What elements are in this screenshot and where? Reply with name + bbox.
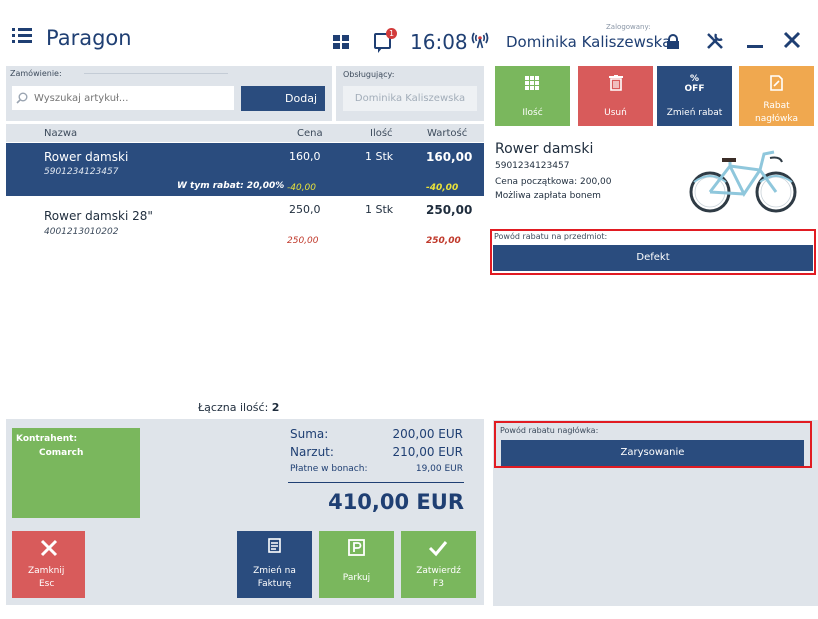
change-discount-button[interactable]: % OFF Zmień rabat (657, 66, 732, 126)
parking-icon (348, 539, 365, 556)
hamburger-menu-icon[interactable] (12, 28, 32, 44)
logged-in-caption: Zalogowany: (606, 23, 651, 31)
summary-divider (288, 482, 464, 483)
voucher-value: 19,00 EUR (415, 464, 463, 474)
order-divider (84, 73, 228, 74)
customer-label: Kontrahent: (16, 434, 78, 444)
row-discount-value: 250,00 (426, 236, 461, 246)
grid-view-icon[interactable] (333, 35, 349, 49)
checkmark-icon (428, 541, 448, 557)
quantity-label: Ilość (522, 108, 543, 118)
tools-icon[interactable] (705, 31, 725, 51)
detail-voucher-note: Możliwa zapłata bonem (495, 191, 601, 201)
product-image (689, 150, 797, 213)
markup-label: Narzut: (290, 445, 334, 459)
total-qty-label: Łączna ilość: (198, 401, 269, 414)
header-discount-button[interactable]: Rabat nagłówka (739, 66, 814, 126)
detail-item-code: 5901234123457 (495, 161, 570, 171)
customer-value: Comarch (39, 448, 84, 458)
invoice-label-1: Zmień na (253, 566, 296, 576)
total-qty-value: 2 (271, 401, 280, 414)
row-discount-caption: W tym rabat: 20,00% (177, 181, 285, 191)
row-item-price: 160,0 (289, 150, 321, 163)
document-icon (268, 538, 281, 553)
row-discount-price: -40,00 (287, 183, 317, 193)
x-icon (40, 539, 58, 557)
invoice-label-2: Fakturę (257, 579, 292, 589)
row-discount-price: 250,00 (287, 236, 319, 246)
row-item-code: 5901234123457 (44, 167, 119, 177)
close-receipt-button[interactable]: Zamknij Esc (12, 531, 85, 598)
delete-label: Usuń (604, 108, 627, 118)
close-window-icon[interactable] (782, 30, 802, 50)
confirm-shortcut: F3 (433, 579, 444, 589)
row-item-qty: 1 Stk (365, 150, 394, 163)
row-discount-value: -40,00 (426, 183, 459, 193)
detail-item-name: Rower damski (495, 141, 594, 157)
column-header-value: Wartość (427, 128, 468, 139)
row-item-name: Rower damski 28" (44, 209, 153, 223)
close-shortcut: Esc (39, 579, 55, 589)
change-discount-label: Zmień rabat (666, 108, 723, 118)
server-field[interactable]: Dominika Kaliszewska (343, 86, 477, 111)
document-edit-icon (770, 75, 783, 91)
clock: 16:08 (410, 30, 468, 54)
header-discount-label-2: nagłówka (755, 114, 798, 124)
column-header-price: Cena (297, 128, 323, 139)
row-item-value: 250,00 (426, 203, 473, 217)
header-discount-reason-label: Powód rabatu nagłówka: (500, 426, 599, 435)
message-count-badge: 1 (386, 28, 397, 39)
row-item-price: 250,0 (289, 203, 321, 216)
item-discount-reason-button[interactable]: Defekt (493, 245, 813, 271)
voucher-label: Płatne w bonach: (290, 464, 368, 474)
item-discount-reason-label: Powód rabatu na przedmiot: (494, 232, 608, 241)
server-label: Obsługujący: (343, 70, 395, 79)
table-header (6, 124, 484, 142)
total-qty: Łączna ilość: 2 (198, 401, 279, 414)
lock-icon[interactable] (666, 34, 680, 50)
confirm-button[interactable]: Zatwierdź F3 (401, 531, 476, 598)
detail-initial-price: Cena początkowa: 200,00 (495, 177, 612, 187)
order-label: Zamówienie: (10, 69, 62, 78)
minimize-icon[interactable] (747, 45, 763, 48)
header-discount-label-1: Rabat (763, 101, 790, 111)
search-input[interactable] (34, 86, 232, 110)
row-item-qty: 1 Stk (365, 203, 394, 216)
row-item-value: 160,00 (426, 150, 473, 164)
percent-icon: % (689, 74, 700, 84)
page-title: Paragon (46, 26, 132, 50)
sum-label: Suma: (290, 427, 329, 441)
trash-icon (609, 75, 623, 91)
discount-icon-text: OFF (684, 84, 705, 94)
change-to-invoice-button[interactable]: Zmień na Fakturę (237, 531, 312, 598)
customer-tile[interactable]: Kontrahent: Comarch (12, 428, 140, 518)
search-icon (16, 92, 28, 104)
add-button[interactable]: Dodaj (241, 86, 325, 111)
park-button[interactable]: Parkuj (319, 531, 394, 598)
pos-window: Paragon 1 16:08 Zalogowany: Dominika Kal… (0, 0, 818, 619)
confirm-label: Zatwierdź (416, 566, 461, 576)
connection-icon[interactable] (470, 30, 490, 50)
grand-total: 410,00 EUR (328, 490, 464, 514)
delete-button[interactable]: Usuń (578, 66, 653, 126)
row-item-name: Rower damski (44, 150, 129, 164)
park-label: Parkuj (342, 573, 371, 583)
keypad-icon (525, 76, 539, 90)
markup-value: 210,00 EUR (392, 445, 463, 459)
row-item-code: 4001213010202 (44, 227, 119, 237)
sum-value: 200,00 EUR (392, 427, 463, 441)
close-label: Zamknij (28, 566, 65, 576)
column-header-name: Nazwa (44, 128, 78, 139)
column-header-qty: Ilość (370, 128, 393, 139)
quantity-button[interactable]: Ilość (495, 66, 570, 126)
logged-user-name: Dominika Kaliszewska (506, 33, 672, 51)
table-empty-area (6, 248, 484, 398)
header-discount-reason-button[interactable]: Zarysowanie (501, 440, 804, 466)
